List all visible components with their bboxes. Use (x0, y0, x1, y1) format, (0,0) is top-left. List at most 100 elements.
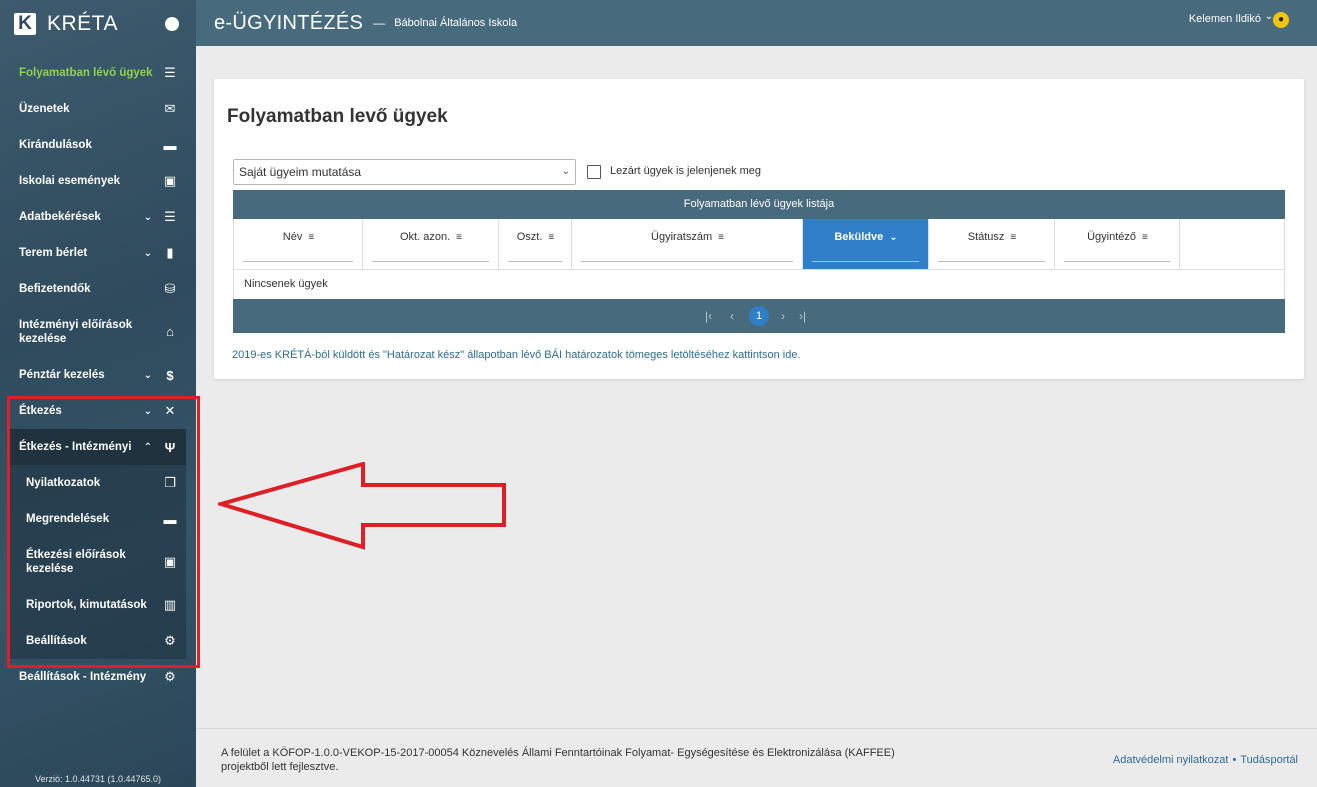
gear-icon: ⚙ (164, 669, 176, 684)
main-card: Folyamatban levő ügyek Saját ügyeim muta… (214, 79, 1304, 379)
sidebar-subitem-riportok[interactable]: Riportok, kimutatások ▥ (10, 587, 186, 623)
sidebar-item-beallitasok-intezmeny[interactable]: Beállítások - Intézmény ⚙ (0, 659, 196, 695)
sidebar-item-label: Terem bérlet (19, 247, 88, 259)
column-header-actions (1180, 219, 1284, 269)
column-filter-input[interactable] (243, 261, 353, 262)
sidebar-item-uzenetek[interactable]: Üzenetek ✉ (0, 91, 196, 127)
column-filter-input[interactable] (812, 261, 919, 262)
chevron-down-icon: ⌄ (143, 369, 152, 381)
column-header-bekuldve[interactable]: Beküldve ⌄ (803, 219, 929, 269)
circle-toggle-icon[interactable] (165, 17, 179, 31)
chevron-down-icon: ⌄ (143, 211, 152, 223)
sidebar-item-label: Intézményi előírások kezelése (19, 319, 133, 345)
page-title: Folyamatban levő ügyek (227, 106, 448, 127)
sidebar-item-terem-berlet[interactable]: Terem bérlet ⌄ ▮ (0, 235, 196, 271)
filter-lines-icon[interactable]: ≡ (1010, 232, 1016, 243)
envelope-icon: ✉ (164, 101, 176, 116)
sidebar-item-intezmenyi-eloirasok[interactable]: Intézményi előírások kezelése ⌂ (0, 307, 196, 357)
fork-knife-icon: Ψ (164, 439, 176, 455)
institution-icon: ⌂ (166, 324, 174, 339)
sidebar-item-folyamatban[interactable]: Folyamatban lévő ügyek ☰ (0, 55, 196, 91)
sidebar-item-etkezes-intezmenyi[interactable]: Étkezés - Intézményi ⌃ Ψ (10, 429, 186, 465)
etkezes-intezmenyi-group: Étkezés - Intézményi ⌃ Ψ Nyilatkozatok ❐… (10, 429, 186, 659)
filter-lines-icon[interactable]: ≡ (718, 232, 724, 243)
kreta-logo-icon: K (14, 13, 36, 35)
chevron-down-icon[interactable]: ⌄ (1265, 11, 1273, 22)
column-filter-input[interactable] (508, 261, 562, 262)
sidebar-item-adatbekeresek[interactable]: Adatbekérések ⌄ ☰ (0, 199, 196, 235)
prev-page-icon[interactable]: ‹ (730, 309, 734, 323)
sidebar-item-label: Étkezési előírások kezelése (26, 549, 126, 575)
column-filter-input[interactable] (581, 261, 793, 262)
column-header-nev[interactable]: Név ≡ (234, 219, 363, 269)
user-menu[interactable]: Kelemen Ildikó (1189, 13, 1261, 25)
chevron-down-icon: ⌄ (143, 405, 152, 417)
filter-select[interactable]: Saját ügyeim mutatása ⌄ (233, 159, 576, 185)
annotation-arrow-icon (218, 462, 506, 550)
last-page-icon[interactable]: ›| (799, 309, 806, 323)
title-separator: — (373, 16, 386, 30)
closed-cases-label[interactable]: Lezárt ügyek is jelenjenek meg (610, 165, 761, 177)
filter-lines-icon[interactable]: ≡ (308, 232, 314, 243)
column-header-ugyiratszam[interactable]: Ügyiratszám ≡ (572, 219, 803, 269)
sidebar-item-etkezes[interactable]: Étkezés ⌄ ✕ (0, 393, 196, 429)
filter-select-value: Saját ügyeim mutatása (239, 165, 362, 179)
sidebar-item-kirandulasok[interactable]: Kirándulások ▬ (0, 127, 196, 163)
bed-icon: ▬ (163, 137, 177, 153)
dollar-icon: $ (166, 367, 174, 383)
sidebar-item-label: Riportok, kimutatások (26, 599, 147, 611)
cutlery-icon: ✕ (164, 403, 176, 418)
page-number-current[interactable]: 1 (749, 306, 769, 326)
sidebar-item-label: Beállítások - Intézmény (19, 671, 147, 683)
gear-icon: ⚙ (164, 633, 176, 648)
filter-lines-icon[interactable]: ≡ (1142, 232, 1148, 243)
bulk-download-link[interactable]: 2019-es KRÉTÁ-ból küldött és "Határozat … (232, 349, 801, 361)
grid-title: Folyamatban lévő ügyek listája (233, 190, 1285, 219)
sidebar-item-label: Pénztár kezelés (19, 369, 105, 381)
footer-links: Adatvédelmi nyilatkozat • Tudásportál (1113, 754, 1298, 766)
chevron-up-icon: ⌃ (143, 441, 152, 453)
column-filter-input[interactable] (938, 261, 1045, 262)
column-header-okt-azon[interactable]: Okt. azon. ≡ (363, 219, 499, 269)
sidebar-item-label: Folyamatban lévő ügyek (19, 67, 153, 79)
sidebar-item-befizetendok[interactable]: Befizetendők ⛁ (0, 271, 196, 307)
column-filter-input[interactable] (1064, 261, 1170, 262)
sidebar-subitem-nyilatkozatok[interactable]: Nyilatkozatok ❐ (10, 465, 186, 501)
sidebar-item-label: Iskolai események (19, 175, 121, 187)
privacy-link[interactable]: Adatvédelmi nyilatkozat (1113, 754, 1229, 766)
sidebar-subitem-megrendelesek[interactable]: Megrendelések ▬ (10, 501, 186, 537)
accessibility-icon[interactable]: ● (1273, 12, 1289, 28)
column-label: Beküldve (834, 231, 884, 243)
top-header: e-ÜGYINTÉZÉS — Bábolnai Általános Iskola… (196, 0, 1317, 46)
knowledge-portal-link[interactable]: Tudásportál (1240, 754, 1298, 766)
column-label: Ügyintéző (1087, 231, 1137, 243)
first-page-icon[interactable]: |‹ (705, 309, 712, 323)
sidebar-item-label: Befizetendők (19, 283, 91, 295)
sidebar-item-iskolai-esemenyek[interactable]: Iskolai események ▣ (0, 163, 196, 199)
column-header-ugyintezo[interactable]: Ügyintéző ≡ (1055, 219, 1180, 269)
sidebar-subitem-beallitasok[interactable]: Beállítások ⚙ (10, 623, 186, 659)
sidebar-item-label: Kirándulások (19, 139, 92, 151)
column-filter-input[interactable] (372, 261, 489, 262)
grid-header-row: Név ≡ Okt. azon. ≡ Oszt. ≡ Ügyiratszám ≡ Bek… (233, 219, 1285, 270)
column-label: Okt. azon. (400, 231, 451, 243)
brand[interactable]: K KRÉTA (0, 0, 196, 48)
sidebar-subitem-etkezesi-eloirasok[interactable]: Étkezési előírások kezelése ▣ (10, 537, 186, 587)
column-header-oszt[interactable]: Oszt. ≡ (499, 219, 572, 269)
folder-icon: ▬ (163, 511, 177, 527)
sidebar-item-penztar-kezeles[interactable]: Pénztár kezelés ⌄ $ (0, 357, 196, 393)
sidebar-nav: Folyamatban lévő ügyek ☰ Üzenetek ✉ Kirá… (0, 55, 196, 695)
column-header-statusz[interactable]: Státusz ≡ (929, 219, 1055, 269)
filter-lines-icon[interactable]: ≡ (548, 232, 554, 243)
column-label: Név (282, 231, 303, 243)
sidebar-item-label: Megrendelések (26, 513, 110, 525)
library-icon: ❐ (164, 475, 176, 490)
closed-cases-checkbox[interactable] (587, 165, 601, 179)
filter-lines-icon[interactable]: ≡ (456, 232, 462, 243)
grid-pager: |‹ ‹ 1 › ›| (233, 299, 1285, 333)
footer-divider (196, 728, 1317, 729)
cases-grid: Folyamatban lévő ügyek listája Név ≡ Okt.… (233, 190, 1285, 333)
next-page-icon[interactable]: › (781, 309, 785, 323)
sidebar-item-label: Adatbekérések (19, 211, 101, 223)
sort-desc-chevron-icon[interactable]: ⌄ (889, 232, 897, 243)
